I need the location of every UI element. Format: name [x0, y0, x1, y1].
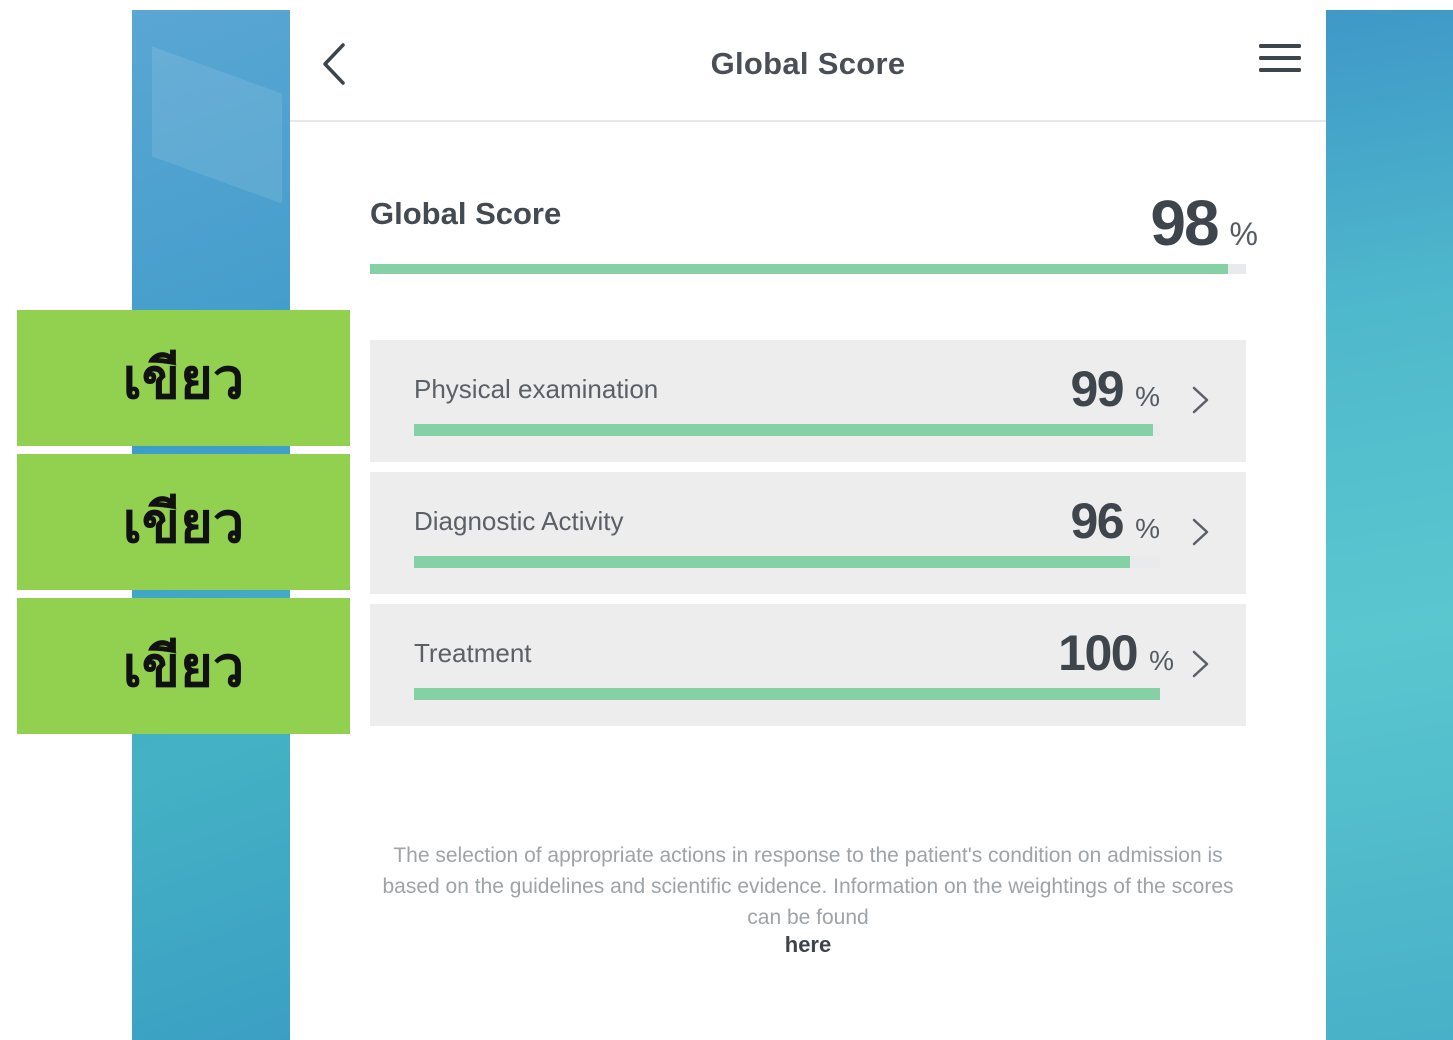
- global-score-unit: %: [1229, 216, 1258, 252]
- category-progress-track: [414, 556, 1160, 568]
- background-right-panel: [1326, 10, 1453, 1040]
- category-progress-track: [414, 688, 1160, 700]
- footer-note: The selection of appropriate actions in …: [382, 844, 1234, 929]
- header-bar: Global Score: [290, 10, 1326, 122]
- category-progress-track: [414, 424, 1160, 436]
- category-score-number: 96: [1070, 493, 1124, 549]
- category-score-unit: %: [1135, 513, 1160, 544]
- category-label: Treatment: [414, 638, 532, 668]
- global-score-value: 98 %: [1150, 186, 1258, 260]
- category-label: Physical examination: [414, 374, 659, 404]
- category-card-physical-examination[interactable]: Physical examination 99 %: [370, 340, 1246, 462]
- chevron-right-icon: [1192, 386, 1209, 414]
- overlay-tag: เขียว: [17, 598, 350, 734]
- category-progress-fill: [414, 424, 1153, 436]
- hamburger-menu-icon: [1259, 44, 1301, 72]
- category-score: 96 %: [1070, 492, 1160, 550]
- category-score: 100 %: [1058, 624, 1174, 682]
- category-score-unit: %: [1149, 645, 1174, 676]
- chevron-right-icon: [1192, 650, 1209, 678]
- global-score-label: Global Score: [370, 196, 562, 231]
- category-card-diagnostic-activity[interactable]: Diagnostic Activity 96 %: [370, 472, 1246, 594]
- global-score-progress-track: [370, 264, 1246, 274]
- chevron-right-icon: [1192, 518, 1209, 546]
- category-progress-fill: [414, 556, 1131, 568]
- global-score-number: 98: [1150, 187, 1219, 259]
- global-score-progress-fill: [370, 264, 1229, 274]
- category-score-number: 100: [1058, 625, 1138, 681]
- overlay-tag: เขียว: [17, 454, 350, 590]
- score-panel: Global Score Global Score 98 % Physical …: [290, 10, 1326, 1040]
- overlay-tag: เขียว: [17, 310, 350, 446]
- page-title: Global Score: [710, 46, 906, 81]
- category-score-unit: %: [1135, 381, 1160, 412]
- category-progress-fill: [414, 688, 1160, 700]
- menu-button[interactable]: [1252, 34, 1308, 82]
- category-score-number: 99: [1070, 361, 1124, 417]
- category-label: Diagnostic Activity: [414, 506, 624, 536]
- category-score: 99 %: [1070, 360, 1160, 418]
- category-card-treatment[interactable]: Treatment 100 %: [370, 604, 1246, 726]
- weightings-link[interactable]: here: [290, 932, 1326, 958]
